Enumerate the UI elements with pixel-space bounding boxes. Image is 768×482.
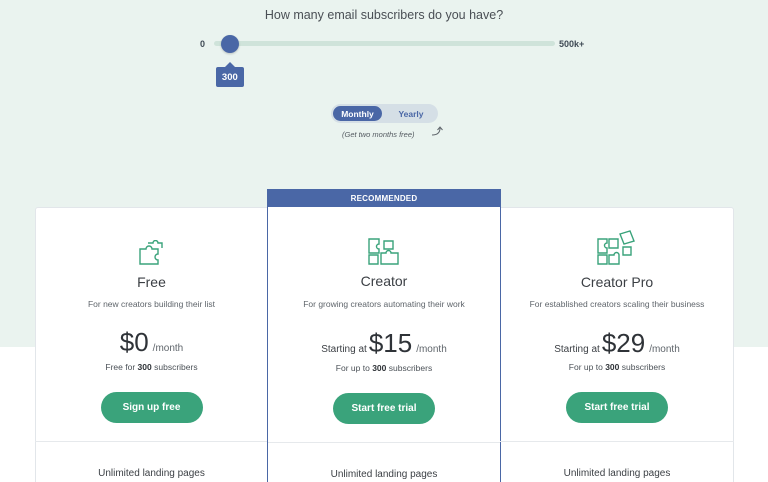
- sign-up-free-button[interactable]: Sign up free: [100, 392, 203, 423]
- subscriber-slider-handle[interactable]: [220, 35, 239, 53]
- subscriber-limit: For up to 300 subscribers: [335, 363, 433, 373]
- starting-at-label: Starting at: [554, 344, 600, 355]
- plan-description: For established creators scaling their b…: [529, 299, 705, 309]
- feature-item: Unlimited landing pages: [330, 469, 438, 480]
- plan-name: Creator Pro: [580, 274, 654, 290]
- billing-yearly-option[interactable]: Yearly: [386, 106, 436, 121]
- curved-arrow-icon: [431, 126, 443, 136]
- price-period: /month: [649, 344, 680, 355]
- subscriber-limit: Free for 300 subscribers: [105, 362, 198, 372]
- puzzle-full-icon: [597, 230, 635, 265]
- card-divider: [500, 441, 734, 442]
- feature-item: Unlimited landing pages: [563, 468, 671, 479]
- plan-description: For new creators building their list: [87, 299, 216, 309]
- plan-price: $29: [601, 328, 646, 358]
- plan-name: Free: [137, 274, 166, 290]
- starting-at-label: Starting at: [321, 344, 367, 355]
- slider-value-tooltip: 300: [215, 62, 244, 87]
- start-free-trial-button[interactable]: Start free trial: [333, 393, 435, 424]
- plan-card-creator: RECOMMENDED Creator For growing creators…: [267, 189, 501, 482]
- card-divider: [268, 442, 500, 443]
- start-free-trial-button[interactable]: Start free trial: [566, 392, 668, 423]
- puzzle-pieces-icon: [368, 238, 399, 265]
- plan-card-free: Free For new creators building their lis…: [35, 207, 268, 482]
- plan-name: Creator: [360, 273, 408, 289]
- slider-min-label: 0: [200, 39, 206, 49]
- billing-toggle[interactable]: Monthly Yearly: [331, 104, 438, 123]
- puzzle-piece-icon: [138, 240, 163, 265]
- plan-card-creator-pro: Creator Pro For established creators sca…: [500, 207, 734, 482]
- price-period: /month: [152, 343, 184, 354]
- plan-price: $15: [368, 328, 413, 358]
- plan-price: $0: [119, 327, 149, 357]
- slider-max-label: 500k+: [559, 39, 585, 49]
- subscriber-question: How many email subscribers do you have?: [264, 8, 504, 22]
- price-period: /month: [416, 344, 447, 355]
- recommended-badge: RECOMMENDED: [268, 190, 500, 207]
- yearly-promo-text: (Get two months free): [342, 130, 415, 139]
- subscriber-slider-track[interactable]: [214, 41, 555, 46]
- billing-monthly-option[interactable]: Monthly: [333, 106, 382, 121]
- feature-item: Unlimited landing pages: [98, 468, 205, 479]
- subscriber-limit: For up to 300 subscribers: [568, 362, 666, 372]
- plan-description: For growing creators automating their wo…: [303, 299, 465, 309]
- card-divider: [35, 441, 268, 442]
